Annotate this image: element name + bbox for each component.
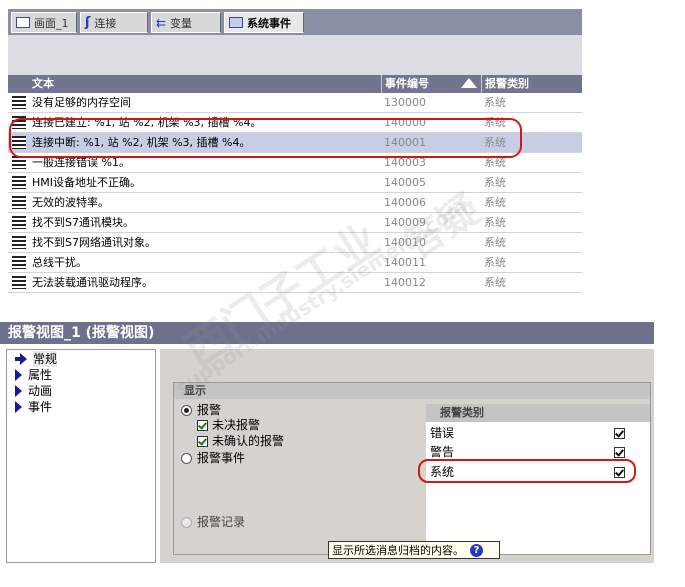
tab-screen-1[interactable]: 画面_1 [11,12,77,33]
table-row[interactable]: HMI设备地址不正确。 140005 系统 [8,173,582,193]
alarm-class-error-label: 错误 [430,426,455,440]
unacknowledged-alarms-label: 未确认的报警 [212,434,285,448]
event-row-icon [12,236,26,249]
alarm-log-radio[interactable] [181,517,192,528]
event-number-cell: 140005 [384,176,426,189]
table-row[interactable]: 找不到S7通讯模块。 140009 系统 [8,213,582,233]
event-row-icon [12,216,26,229]
event-row-icon [12,196,26,209]
alarm-class-cell: 系统 [484,276,506,289]
event-number-cell: 140006 [384,196,426,209]
selected-arrow-icon [15,353,27,365]
alarm-radio-label: 报警 [197,403,222,417]
tab-label: 系统事件 [247,16,291,30]
alarm-class-cell: 系统 [484,236,506,249]
nav-label: 事件 [28,400,53,414]
help-icon[interactable]: ? [470,543,483,557]
alarm-radio[interactable] [181,405,192,416]
column-header-text[interactable]: 文本 [8,75,382,93]
event-text-cell: HMI设备地址不正确。 [32,176,142,189]
nav-item-general[interactable]: 常规 [15,351,58,367]
alarm-class-cell: 系统 [484,216,506,229]
table-row[interactable]: 总线干扰。 140011 系统 [8,253,582,273]
expand-arrow-icon [15,401,22,413]
alarm-class-error-checkbox[interactable] [614,428,625,439]
toolbar-area [8,35,582,75]
properties-title: 报警视图_1 (报警视图) [0,322,654,344]
tag-icon: ⇇ [156,15,167,30]
table-row[interactable]: 没有足够的内存空间 130000 系统 [8,93,582,113]
system-event-icon [229,17,243,28]
tab-system-events[interactable]: 系统事件 [224,12,304,33]
expand-arrow-icon [15,385,22,397]
event-row-icon [12,176,26,189]
alarm-class-warning-label: 警告 [430,445,455,459]
tab-tags[interactable]: ⇇ 变量 [151,12,221,33]
tooltip-text: 显示所选消息归档的内容。 [332,544,464,557]
display-group-title: 显示 [174,383,650,399]
event-number-cell: 130000 [384,96,426,109]
alarm-events-label: 报警事件 [197,451,246,465]
highlight-ring-system-class [418,459,636,483]
event-number-cell: 140009 [384,216,426,229]
alarm-events-radio[interactable] [181,453,192,464]
property-nav-tree: 常规 属性 动画 事件 [6,349,156,563]
table-row[interactable]: 无效的波特率。 140006 系统 [8,193,582,213]
alarm-class-warning-checkbox[interactable] [614,447,625,458]
alarm-class-cell: 系统 [484,176,506,189]
sort-ascending-icon [461,78,477,88]
event-text-cell: 没有足够的内存空间 [32,96,131,109]
alarm-class-cell: 系统 [484,256,506,269]
table-row[interactable]: 找不到S7网络通讯对象。 140010 系统 [8,233,582,253]
table-header: 文本 事件编号 报警类别 [8,75,582,93]
nav-label: 动画 [28,384,53,398]
alarm-log-label: 报警记录 [197,515,246,529]
column-header-alarm-class[interactable]: 报警类别 [482,75,582,93]
alarm-class-cell: 系统 [484,196,506,209]
nav-item-events[interactable]: 事件 [15,399,52,415]
pending-alarms-label: 未决报警 [212,418,261,432]
tab-label: 变量 [170,16,193,30]
alarm-class-cell: 系统 [484,96,506,109]
event-text-cell: 无法装载通讯驱动程序。 [32,276,153,289]
screen-icon [16,17,30,28]
event-text-cell: 总线干扰。 [32,256,87,269]
alarm-class-header: 报警类别 [426,404,650,422]
pending-alarms-checkbox[interactable] [197,420,208,431]
system-events-table: 文本 事件编号 报警类别 没有足够的内存空间 130000 系统 连接已建立: %1,… [8,75,582,300]
nav-label: 常规 [33,351,58,367]
event-text-cell: 找不到S7通讯模块。 [32,216,134,229]
event-row-icon [12,96,26,109]
event-row-icon [12,256,26,269]
tab-connections[interactable]: ʃ 连接 [80,12,148,33]
unacknowledged-alarms-checkbox[interactable] [197,436,208,447]
event-text-cell: 无效的波特率。 [32,196,109,209]
highlight-ring-connection-rows [9,118,522,158]
event-number-cell: 140012 [384,276,426,289]
connection-icon: ʃ [85,15,91,30]
event-number-cell: 140011 [384,256,426,269]
nav-label: 属性 [28,368,53,382]
table-row[interactable]: 无法装载通讯驱动程序。 140012 系统 [8,273,582,293]
event-row-icon [12,276,26,289]
event-text-cell: 找不到S7网络通讯对象。 [32,236,156,249]
tab-label: 画面_1 [34,16,69,30]
event-number-cell: 140010 [384,236,426,249]
nav-item-animation[interactable]: 动画 [15,383,52,399]
editor-tab-bar: 画面_1 ʃ 连接 ⇇ 变量 系统事件 [8,9,582,35]
nav-item-properties[interactable]: 属性 [15,367,52,383]
tooltip: 显示所选消息归档的内容。 ? [328,541,500,559]
column-header-event-number[interactable]: 事件编号 [382,75,482,93]
column-header-label: 事件编号 [385,77,429,90]
expand-arrow-icon [15,369,22,381]
tab-label: 连接 [94,16,117,30]
